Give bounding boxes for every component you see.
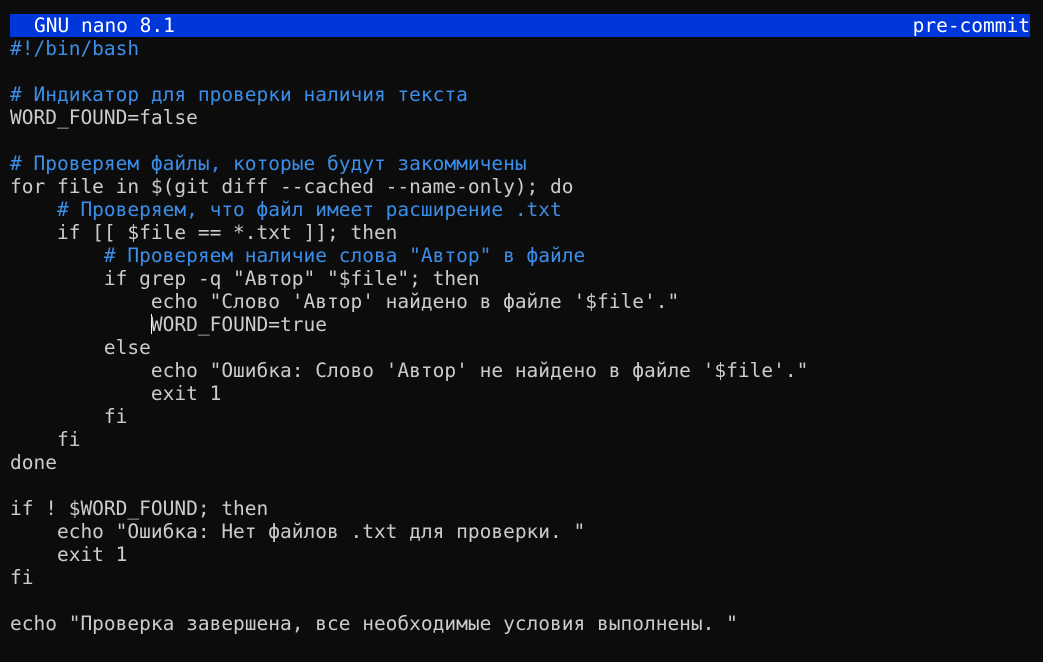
comment-line: # Проверяем, что файл имеет расширение .… (10, 198, 562, 221)
filename-label: pre-commit (912, 14, 1030, 37)
app-version-label: GNU nano 8.1 (34, 14, 175, 37)
code-line: echo "Ошибка: Слово 'Автор' не найдено в… (10, 359, 809, 382)
code-line: echo "Проверка завершена, все необходимы… (10, 612, 738, 635)
code-line: WORD_FOUND=true (10, 313, 1043, 336)
code-line: fi (10, 428, 81, 451)
code-line: if grep -q "Автор" "$file"; then (10, 267, 480, 290)
comment-line: # Проверяем наличие слова "Автор" в файл… (10, 244, 586, 267)
comment-line: # Индикатор для проверки наличия текста (10, 83, 468, 106)
code-line: exit 1 (10, 543, 128, 566)
code-line: echo "Слово 'Автор' найдено в файле '$fi… (10, 290, 680, 313)
code-line: for file in $(git diff --cached --name-o… (10, 175, 574, 198)
code-line: exit 1 (10, 382, 222, 405)
code-line: else (10, 336, 151, 359)
nano-title-bar: GNU nano 8.1 pre-commit (10, 14, 1030, 37)
editor-text-area[interactable]: #!/bin/bash # Индикатор для проверки нали… (10, 37, 1043, 635)
terminal-window[interactable]: GNU nano 8.1 pre-commit #!/bin/bash # Инд… (0, 0, 1043, 662)
line-text: WORD_FOUND=true (150, 313, 327, 336)
code-line: echo "Ошибка: Нет файлов .txt для провер… (10, 520, 586, 543)
code-line: if ! $WORD_FOUND; then (10, 497, 269, 520)
code-line: fi (10, 566, 34, 589)
code-line: if [[ $file == *.txt ]]; then (10, 221, 398, 244)
code-line: done (10, 451, 57, 474)
code-line: WORD_FOUND=false (10, 106, 198, 129)
code-line: fi (10, 405, 128, 428)
comment-line: # Проверяем файлы, которые будут закомми… (10, 152, 527, 175)
comment-line: #!/bin/bash (10, 37, 140, 60)
